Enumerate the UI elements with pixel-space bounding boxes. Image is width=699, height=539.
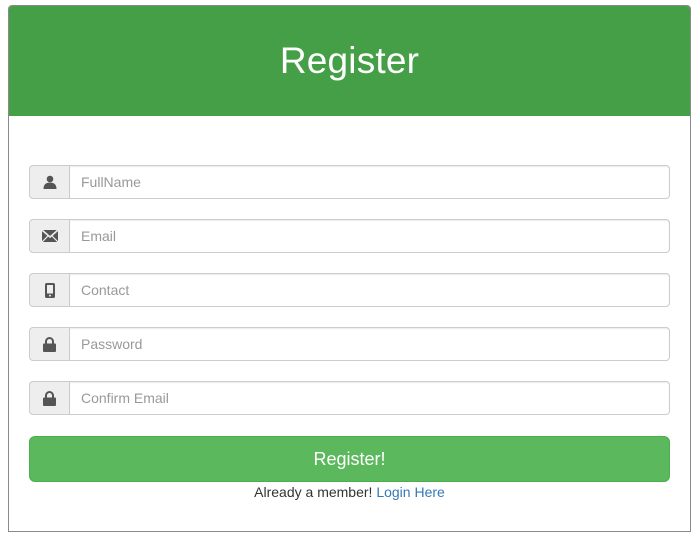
- email-input[interactable]: [69, 219, 670, 253]
- envelope-icon: [29, 219, 69, 253]
- lock-icon: [29, 327, 69, 361]
- lock-icon: [29, 381, 69, 415]
- login-prompt: Already a member! Login Here: [29, 484, 670, 500]
- password-group: [29, 327, 670, 361]
- confirm-email-input[interactable]: [69, 381, 670, 415]
- panel-header: Register: [9, 6, 690, 116]
- contact-group: [29, 273, 670, 307]
- login-link[interactable]: Login Here: [376, 484, 445, 500]
- fullname-group: [29, 165, 670, 199]
- fullname-input[interactable]: [69, 165, 670, 199]
- phone-icon: [29, 273, 69, 307]
- contact-input[interactable]: [69, 273, 670, 307]
- login-prompt-text: Already a member!: [254, 484, 373, 500]
- user-icon: [29, 165, 69, 199]
- password-input[interactable]: [69, 327, 670, 361]
- confirm-email-group: [29, 381, 670, 415]
- email-group: [29, 219, 670, 253]
- register-panel: Register FullName Email Contact Confirm …: [8, 5, 691, 532]
- register-button[interactable]: Register!: [29, 436, 670, 482]
- page-title: Register: [279, 40, 420, 81]
